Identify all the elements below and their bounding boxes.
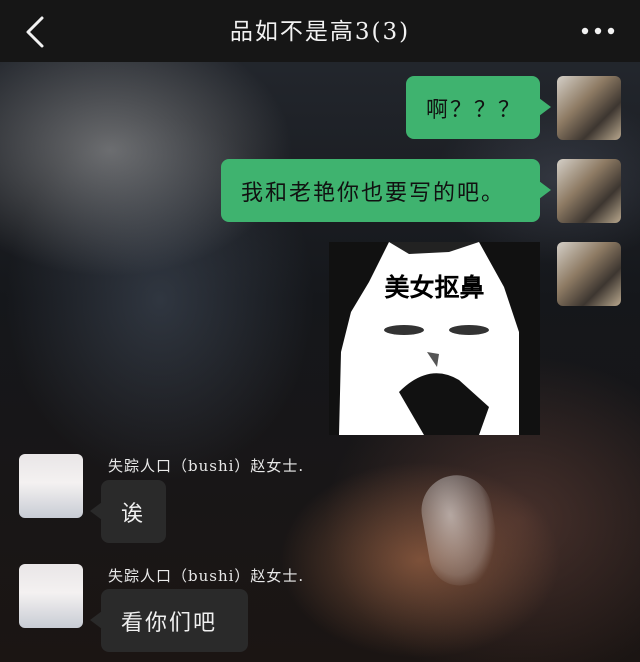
message-text: 看你们吧 [121, 611, 218, 636]
more-button[interactable] [578, 16, 618, 46]
chat-title: 品如不是高3(3) [229, 19, 411, 45]
my-message-bubble[interactable]: 我和老艳你也要写的吧。 [221, 159, 551, 222]
message-text: 诶 [121, 502, 146, 527]
contact-avatar[interactable] [19, 454, 83, 518]
more-dots-icon [581, 27, 615, 35]
sender-name: 失踪人口（bushi）赵女士. [108, 457, 305, 475]
my-avatar[interactable] [557, 76, 621, 140]
chat-header: 品如不是高3(3) [0, 0, 640, 62]
my-avatar[interactable] [557, 159, 621, 223]
sender-name: 失踪人口（bushi）赵女士. [108, 567, 305, 585]
contact-message-bubble[interactable]: 看你们吧 [90, 589, 248, 652]
sticker-caption: 美女抠鼻 [384, 273, 485, 302]
sticker-image[interactable]: 美女抠鼻 [329, 242, 540, 435]
my-message-bubble[interactable]: 啊？？？ [406, 76, 551, 139]
message-text: 我和老艳你也要写的吧。 [241, 181, 506, 206]
my-avatar[interactable] [557, 242, 621, 306]
contact-message-bubble[interactable]: 诶 [90, 480, 166, 543]
message-text: 啊？？？ [426, 98, 523, 123]
contact-avatar[interactable] [19, 564, 83, 628]
